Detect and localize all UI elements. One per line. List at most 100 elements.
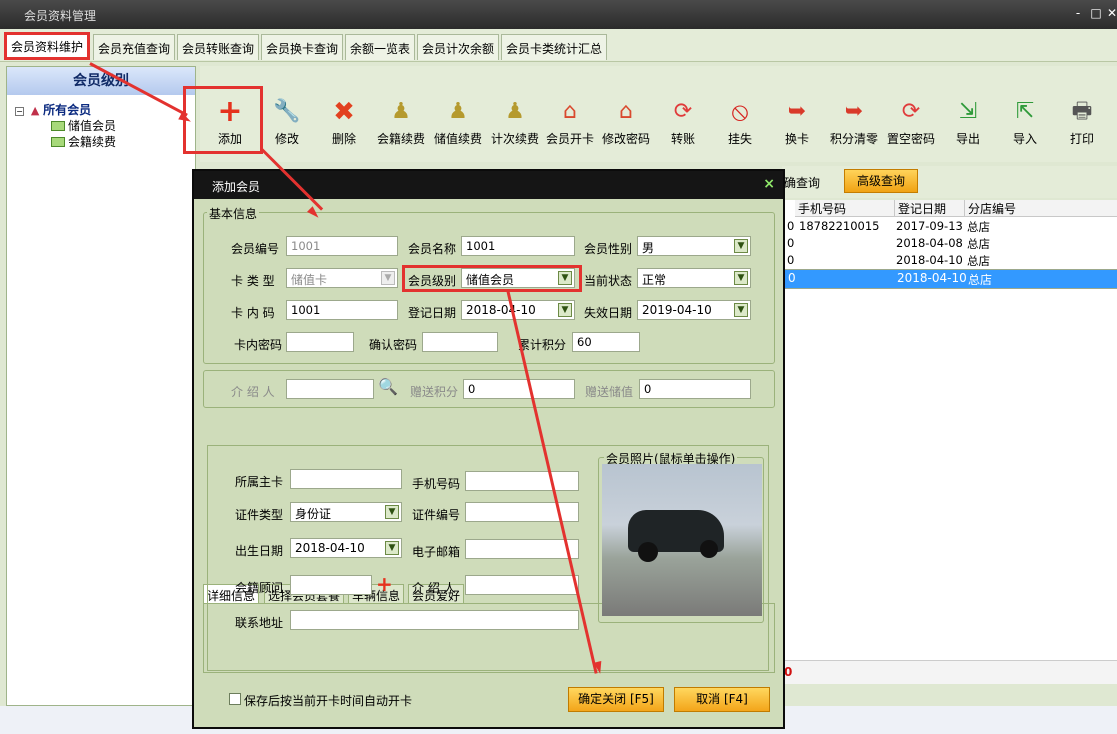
mobile-label: 手机号码	[412, 477, 461, 491]
member-no-field[interactable]: 1001	[286, 236, 398, 256]
transfer-button[interactable]: ⟳ 转账	[654, 98, 712, 147]
main-card-field[interactable]	[290, 469, 402, 489]
report-loss-button[interactable]: ⦸ 挂失	[711, 98, 769, 147]
confirm-password-label: 确认密码	[369, 338, 418, 352]
chevron-down-icon[interactable]: ▼	[558, 303, 572, 317]
expire-date-value: 2019-04-10	[642, 303, 712, 317]
table-row[interactable]: 0 2018-04-08 总店	[783, 235, 1117, 252]
dialog-titlebar[interactable]: 添加会员 ×	[194, 171, 783, 199]
gift-value-label: 赠送储值	[585, 385, 634, 399]
tab-card-change-query[interactable]: 会员换卡查询	[261, 34, 344, 60]
membership-renew-button[interactable]: ♟ 会籍续费	[372, 98, 430, 147]
reset-password-button[interactable]: ⟳ 置空密码	[882, 98, 940, 147]
minimize-icon[interactable]: -	[1070, 5, 1086, 21]
gift-value-field[interactable]: 0	[639, 379, 751, 399]
cancel-button[interactable]: 取消 [F4]	[674, 687, 770, 712]
tab-recharge-query[interactable]: 会员充值查询	[93, 34, 176, 60]
expire-date-picker[interactable]: 2019-04-10 ▼	[637, 300, 751, 320]
print-button[interactable]: 🖶 打印	[1053, 98, 1111, 147]
referrer-field[interactable]	[286, 379, 374, 399]
email-field[interactable]	[465, 539, 579, 559]
table-row[interactable]: 0 2018-04-10 总店	[783, 252, 1117, 269]
intro-field[interactable]	[465, 575, 579, 595]
table-row[interactable]: 0 18782210015 2017-09-13 总店	[783, 218, 1117, 235]
change-card-button[interactable]: ➥ 换卡	[768, 98, 826, 147]
col-header-branch[interactable]: 分店编号	[965, 200, 1117, 217]
tab-count-balance[interactable]: 会员计次余额	[417, 34, 500, 60]
tab-balance-overview[interactable]: 余额一览表	[345, 34, 416, 60]
col-header-phone[interactable]: 手机号码	[795, 200, 895, 217]
auto-open-checkbox[interactable]	[229, 693, 241, 705]
export-button[interactable]: ⇲ 导出	[939, 98, 997, 147]
mobile-field[interactable]	[465, 471, 579, 491]
chevron-down-icon[interactable]: ▼	[734, 271, 748, 285]
member-group-icon: ▲	[30, 104, 40, 117]
chevron-down-icon[interactable]: ▼	[385, 541, 399, 555]
status-label: 当前状态	[584, 274, 633, 288]
confirm-close-button[interactable]: 确定关闭 [F5]	[568, 687, 664, 712]
member-name-field[interactable]: 1001	[461, 236, 575, 256]
gift-points-field[interactable]: 0	[463, 379, 575, 399]
tab-card-type-summary[interactable]: 会员卡类统计汇总	[501, 34, 608, 60]
gender-value: 男	[642, 241, 655, 255]
member-photo[interactable]	[602, 464, 762, 616]
status-value: 正常	[642, 273, 667, 287]
exact-query-label[interactable]: 确查询	[784, 174, 820, 191]
close-icon[interactable]: ×	[763, 176, 775, 192]
col-header-date[interactable]: 登记日期	[895, 200, 965, 217]
id-no-label: 证件编号	[412, 508, 461, 522]
car-wheel	[700, 540, 718, 558]
address-field[interactable]	[290, 610, 579, 630]
gender-select[interactable]: 男 ▼	[637, 236, 751, 256]
house-icon: ⌂	[619, 99, 633, 124]
member-name-label: 会员名称	[408, 242, 457, 256]
change-password-button[interactable]: ⌂ 修改密码	[597, 98, 655, 147]
tree-item-stored-value[interactable]: 储值会员	[51, 117, 116, 134]
main-card-label: 所属主卡	[235, 475, 284, 489]
import-button[interactable]: ⇱ 导入	[996, 98, 1054, 147]
card-code-field[interactable]: 1001	[286, 300, 398, 320]
auto-open-label[interactable]: 保存后按当前开卡时间自动开卡	[244, 692, 412, 709]
id-type-select[interactable]: 身份证 ▼	[290, 502, 402, 522]
collapse-icon[interactable]: −	[15, 107, 24, 116]
folder-icon	[51, 121, 65, 131]
card-type-select[interactable]: 储值卡 ▼	[286, 268, 398, 288]
tab-member-maintenance[interactable]: 会员资料维护	[4, 32, 91, 60]
search-strip: 确查询 高级查询	[782, 166, 1117, 198]
tab-transfer-query[interactable]: 会员转账查询	[177, 34, 260, 60]
advanced-query-button[interactable]: 高级查询	[844, 169, 918, 193]
stored-renew-button[interactable]: ♟ 储值续费	[429, 98, 487, 147]
tree-item-renewal[interactable]: 会籍续费	[51, 133, 116, 150]
back-arrow-icon: ➥	[844, 99, 864, 124]
points-field[interactable]: 60	[572, 332, 640, 352]
pawn-icon: ♟	[448, 99, 468, 124]
password-field[interactable]	[286, 332, 354, 352]
window-titlebar: 会员资料管理 - □ ✕	[0, 0, 1117, 29]
confirm-password-field[interactable]	[422, 332, 498, 352]
pawn-icon: ♟	[505, 99, 525, 124]
expire-date-label: 失效日期	[584, 306, 633, 320]
maximize-icon[interactable]: □	[1088, 5, 1104, 21]
advisor-field[interactable]	[290, 575, 372, 595]
birth-date-picker[interactable]: 2018-04-10 ▼	[290, 538, 402, 558]
open-card-button[interactable]: ⌂ 会员开卡	[541, 98, 599, 147]
plus-icon[interactable]: +	[376, 572, 393, 596]
count-renew-label: 计次续费	[490, 132, 539, 146]
table-row-selected[interactable]: 0 2018-04-10 总店	[783, 269, 1117, 289]
report-loss-label: 挂失	[727, 132, 752, 146]
grid-footer: 0	[782, 660, 1117, 684]
chevron-down-icon[interactable]: ▼	[385, 505, 399, 519]
search-icon[interactable]: 🔍	[378, 377, 398, 396]
status-select[interactable]: 正常 ▼	[637, 268, 751, 288]
folder-icon	[51, 137, 65, 147]
delete-button[interactable]: ✖ 删除	[315, 98, 373, 147]
clear-points-button[interactable]: ➥ 积分清零	[825, 98, 883, 147]
edit-button[interactable]: 🔧 修改	[258, 98, 316, 147]
chevron-down-icon[interactable]: ▼	[734, 303, 748, 317]
reg-date-label: 登记日期	[408, 306, 457, 320]
count-renew-button[interactable]: ♟ 计次续费	[486, 98, 544, 147]
close-window-icon[interactable]: ✕	[1104, 5, 1117, 21]
reg-date-picker[interactable]: 2018-04-10 ▼	[461, 300, 575, 320]
tree-root[interactable]: − ▲ 所有会员	[15, 101, 91, 118]
chevron-down-icon[interactable]: ▼	[734, 239, 748, 253]
